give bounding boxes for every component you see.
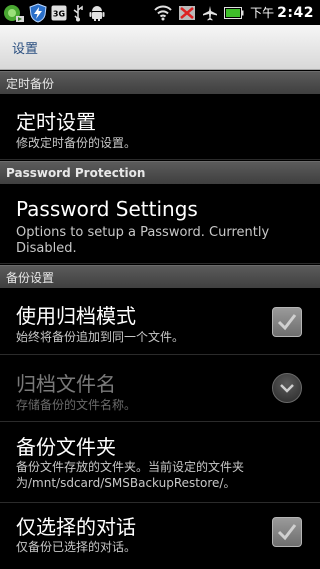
pref-schedule-settings[interactable]: 定时设置 修改定时备份的设置。 [0, 94, 320, 160]
pref-archive-filename[interactable]: 归档文件名 存储备份的文件名称。 [0, 356, 320, 422]
page-title: 设置 [12, 41, 39, 57]
wifi-icon [154, 4, 172, 22]
3g-icon: 3G [51, 4, 67, 22]
status-time: 2:42 [277, 4, 314, 21]
status-bar: 3G 下午 2:42 [0, 0, 320, 25]
pref-title: 定时设置 [16, 110, 96, 134]
pref-title: Password Settings [16, 197, 198, 221]
pref-selected-conversations[interactable]: 仅选择的对话 仅备份已选择的对话。 [0, 504, 320, 569]
checkmark-icon [277, 314, 297, 331]
pref-archive-mode[interactable]: 使用归档模式 始终将备份追加到同一个文件。 [0, 288, 320, 355]
pref-summary: 修改定时备份的设置。 [16, 136, 137, 150]
checkmark-icon [277, 524, 297, 541]
pref-title: 备份文件夹 [16, 435, 116, 459]
section-header-label: Password Protection [6, 166, 146, 180]
pref-title: 使用归档模式 [16, 304, 136, 328]
pref-summary: Options to setup a Password. Currently D… [16, 225, 270, 256]
pref-password-settings[interactable]: Password Settings Options to setup a Pas… [0, 184, 320, 264]
section-header-password: Password Protection [0, 161, 320, 184]
section-header-label: 备份设置 [6, 270, 55, 285]
pref-backup-folder[interactable]: 备份文件夹 备份文件存放的文件夹。当前设定的文件夹为/mnt/sdcard/SM… [0, 423, 320, 503]
battery-icon [224, 4, 244, 22]
pref-title: 仅选择的对话 [16, 515, 136, 539]
archive-mode-checkbox[interactable] [272, 307, 302, 337]
pref-summary: 备份文件存放的文件夹。当前设定的文件夹为/mnt/sdcard/SMSBacku… [16, 460, 245, 490]
app-notify-icon[interactable] [3, 4, 25, 22]
usb-icon [70, 4, 86, 22]
selected-conversations-checkbox[interactable] [272, 517, 302, 547]
title-bar: 设置 [0, 25, 320, 70]
pref-summary: 始终将备份追加到同一个文件。 [16, 330, 185, 344]
signal-off-icon [178, 4, 196, 22]
svg-text:3G: 3G [53, 9, 65, 18]
pref-summary: 仅备份已选择的对话。 [16, 540, 137, 554]
status-ampm: 下午 [250, 6, 275, 20]
section-header-label: 定时备份 [6, 76, 55, 91]
chevron-down-icon [280, 384, 294, 393]
pref-summary: 存储备份的文件名称。 [16, 398, 137, 412]
section-header-backup: 备份设置 [0, 265, 320, 288]
airplane-icon [202, 4, 218, 22]
section-header-schedule: 定时备份 [0, 71, 320, 94]
archive-filename-dropdown[interactable] [272, 373, 302, 403]
android-debug-icon [89, 4, 105, 22]
pref-title: 归档文件名 [16, 372, 116, 396]
lightning-shield-icon[interactable] [28, 2, 48, 23]
